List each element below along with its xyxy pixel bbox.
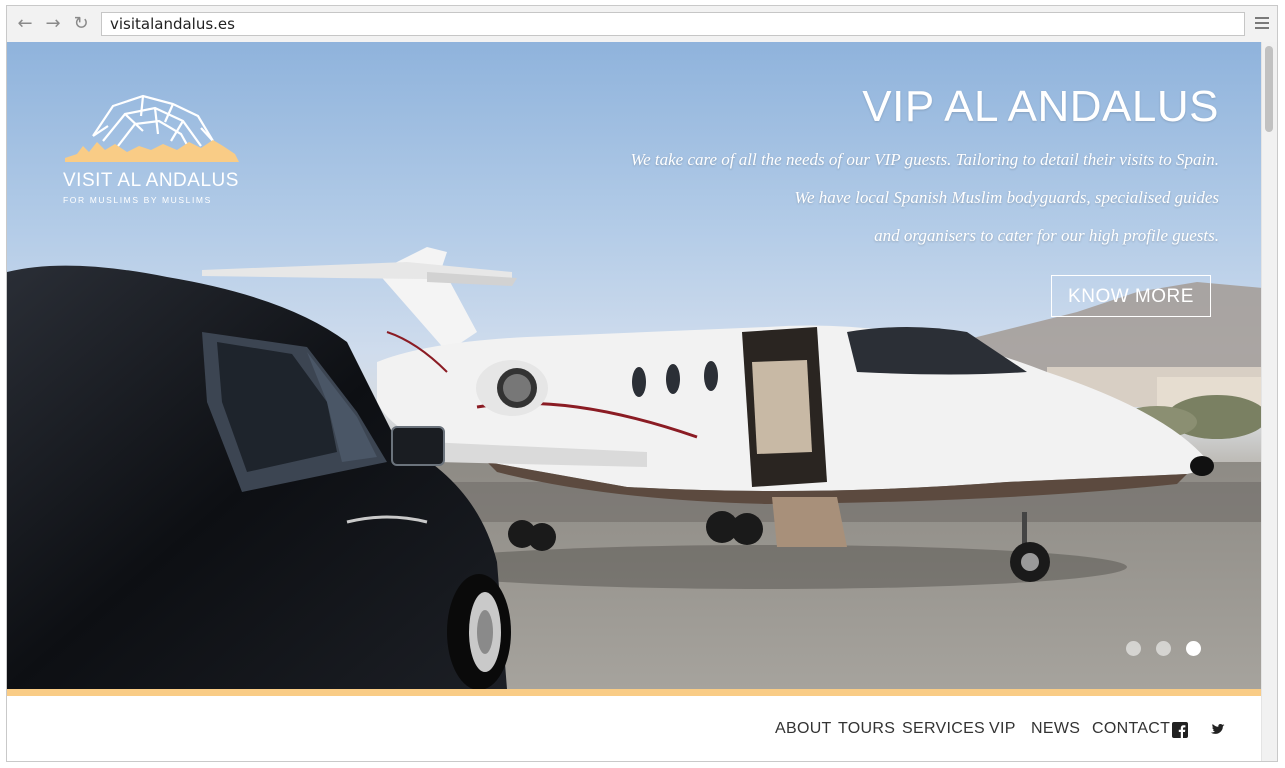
address-bar[interactable]: visitalandalus.es [101,12,1245,36]
nav-item-services[interactable]: SERVICES [902,720,985,738]
nav-item-tours[interactable]: TOURS [838,720,895,738]
main-navigation: ABOUT TOURS SERVICES VIP NEWS CONTACT [7,696,1263,761]
twitter-icon[interactable] [1209,722,1225,738]
nav-item-contact[interactable]: CONTACT [1092,720,1170,738]
know-more-button[interactable]: KNOW MORE [1051,275,1211,317]
browser-window: ← → ↻ visitalandalus.es VISIT AL ANDALUS… [6,5,1278,762]
accent-divider [7,689,1263,696]
forward-arrow-icon[interactable]: → [43,14,63,34]
site-logo[interactable]: VISIT AL ANDALUS FOR MUSLIMS BY MUSLIMS [63,86,239,216]
hero-title: VIP AL ANDALUS [862,82,1219,131]
nav-item-about[interactable]: ABOUT [775,720,832,738]
nav-item-vip[interactable]: VIP [989,720,1016,738]
slider-dot-3[interactable] [1186,641,1201,656]
logo-title: VISIT AL ANDALUS [63,170,239,191]
back-arrow-icon[interactable]: ← [15,14,35,34]
logo-emblem-icon [65,94,239,162]
slider-dot-2[interactable] [1156,641,1171,656]
facebook-icon[interactable] [1172,722,1188,738]
nav-item-news[interactable]: NEWS [1031,720,1080,738]
page-scrollbar[interactable] [1261,42,1277,761]
browser-toolbar: ← → ↻ visitalandalus.es [7,6,1277,43]
hero-text-line-1: We take care of all the needs of our VIP… [630,150,1219,169]
hero-text-line-2: We have local Spanish Muslim bodyguards,… [794,188,1219,207]
logo-subtitle: FOR MUSLIMS BY MUSLIMS [63,195,212,205]
browser-menu-icon[interactable] [1253,14,1271,34]
hero-text-line-3: and organisers to cater for our high pro… [874,226,1219,245]
scrollbar-thumb[interactable] [1265,46,1273,132]
slider-dot-1[interactable] [1126,641,1141,656]
reload-icon[interactable]: ↻ [71,14,91,34]
hero-slider: VISIT AL ANDALUS FOR MUSLIMS BY MUSLIMS … [7,42,1263,689]
